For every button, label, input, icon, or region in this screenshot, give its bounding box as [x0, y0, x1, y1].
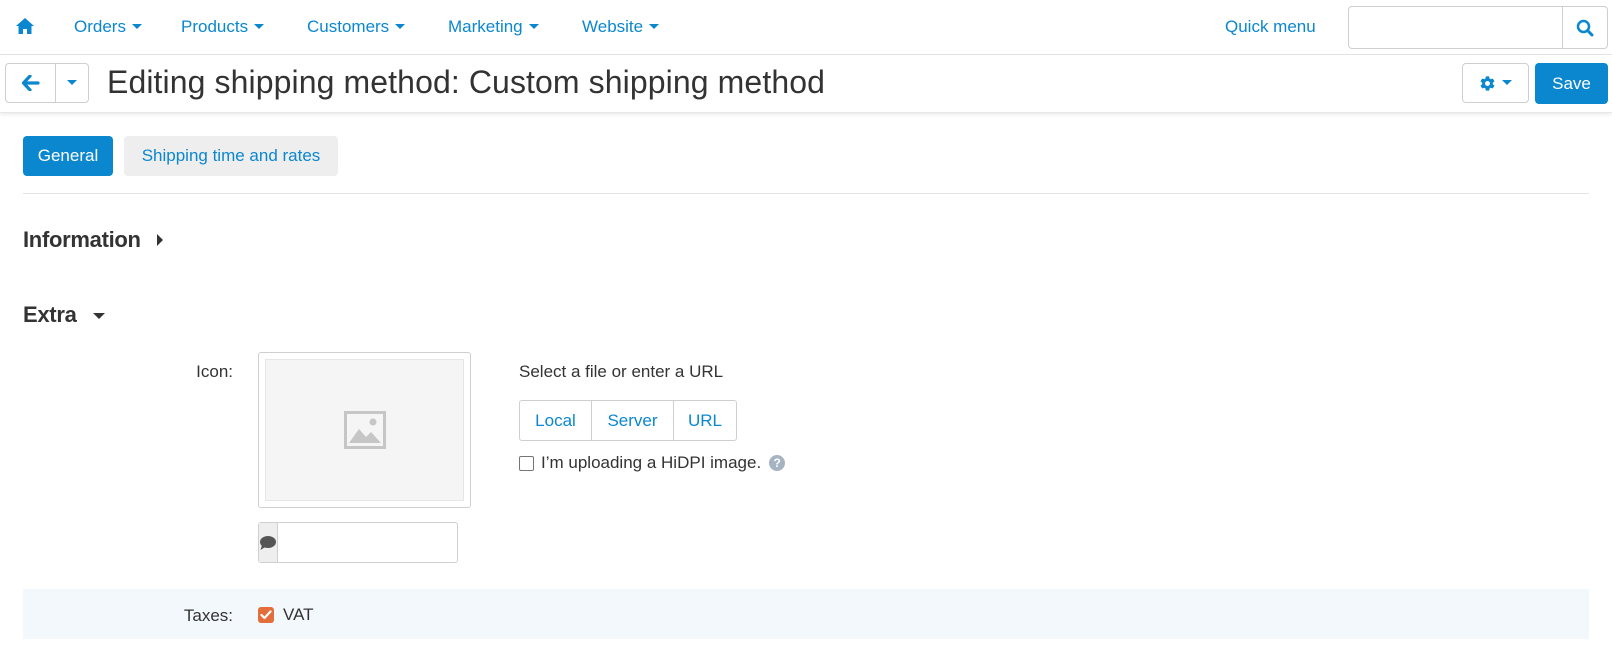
- help-icon[interactable]: ?: [769, 455, 786, 471]
- home-icon[interactable]: [15, 16, 35, 36]
- nav-marketing[interactable]: Marketing: [448, 0, 539, 54]
- image-alt-text-input[interactable]: [278, 523, 493, 562]
- caret-down-icon: [92, 313, 105, 319]
- top-navigation: Orders Products Customers Marketing Webs…: [0, 0, 1612, 55]
- nav-products[interactable]: Products: [181, 0, 265, 54]
- nav-website[interactable]: Website: [582, 0, 660, 54]
- nav-website-label: Website: [582, 17, 644, 36]
- source-url-button[interactable]: URL: [674, 401, 736, 440]
- page-title: Editing shipping method: Custom shipping…: [107, 64, 826, 100]
- section-extra-title: Extra: [23, 302, 77, 327]
- nav-marketing-label: Marketing: [448, 17, 523, 36]
- select-file-text: Select a file or enter a URL: [519, 362, 724, 381]
- search-input[interactable]: [1349, 7, 1563, 48]
- chevron-down-icon: [254, 24, 265, 30]
- search-box: [1348, 6, 1608, 49]
- tab-shipping-time-and-rates[interactable]: Shipping time and rates: [124, 136, 338, 176]
- image-placeholder: [265, 359, 464, 501]
- chevron-down-icon: [649, 24, 660, 30]
- gear-icon: [1480, 75, 1495, 91]
- checkmark-icon: [260, 610, 272, 620]
- hidpi-checkbox[interactable]: [519, 455, 534, 471]
- section-extra-toggle[interactable]: Extra: [23, 302, 105, 328]
- nav-orders[interactable]: Orders: [74, 0, 142, 54]
- title-bar: Editing shipping method: Custom shipping…: [0, 55, 1612, 113]
- chevron-down-icon: [67, 79, 77, 85]
- taxes-label: Taxes:: [183, 606, 233, 625]
- icon-field-label: Icon:: [196, 362, 233, 381]
- tax-item-vat: VAT: [258, 605, 314, 625]
- section-information-title: Information: [23, 227, 141, 252]
- chevron-down-icon: [395, 24, 406, 30]
- chevron-down-icon: [528, 24, 539, 30]
- comment-addon: [259, 523, 278, 562]
- icon-image-preview: [258, 352, 471, 508]
- caret-right-icon: [156, 234, 163, 246]
- chevron-down-icon: [131, 24, 142, 30]
- nav-customers-label: Customers: [307, 17, 390, 36]
- section-information-toggle[interactable]: Information: [23, 227, 163, 253]
- quick-menu-link[interactable]: Quick menu: [1225, 0, 1316, 54]
- nav-products-label: Products: [181, 17, 249, 36]
- hidpi-label: I’m uploading a HiDPI image.: [541, 453, 762, 472]
- back-dropdown-button[interactable]: [56, 64, 88, 102]
- source-server-button[interactable]: Server: [592, 401, 674, 440]
- hidpi-option: I’m uploading a HiDPI image. ?: [519, 453, 786, 473]
- image-alt-text-group: [258, 522, 493, 563]
- tab-general[interactable]: General: [23, 136, 113, 176]
- settings-button[interactable]: [1462, 63, 1529, 103]
- tab-divider: [23, 193, 1589, 194]
- nav-orders-label: Orders: [74, 17, 126, 36]
- image-placeholder-icon: [343, 411, 386, 449]
- vat-label: VAT: [283, 605, 314, 624]
- back-arrow-icon: [21, 75, 40, 91]
- back-button-group: [5, 63, 89, 103]
- chevron-down-icon: [1502, 79, 1512, 85]
- save-button[interactable]: Save: [1535, 63, 1608, 104]
- source-local-button[interactable]: Local: [520, 401, 592, 440]
- back-button[interactable]: [6, 64, 56, 102]
- search-button[interactable]: [1562, 7, 1607, 48]
- vat-checkbox[interactable]: [258, 607, 274, 623]
- comment-icon: [260, 535, 276, 550]
- search-icon: [1576, 19, 1594, 36]
- file-source-button-group: Local Server URL: [519, 400, 737, 441]
- nav-customers[interactable]: Customers: [307, 0, 406, 54]
